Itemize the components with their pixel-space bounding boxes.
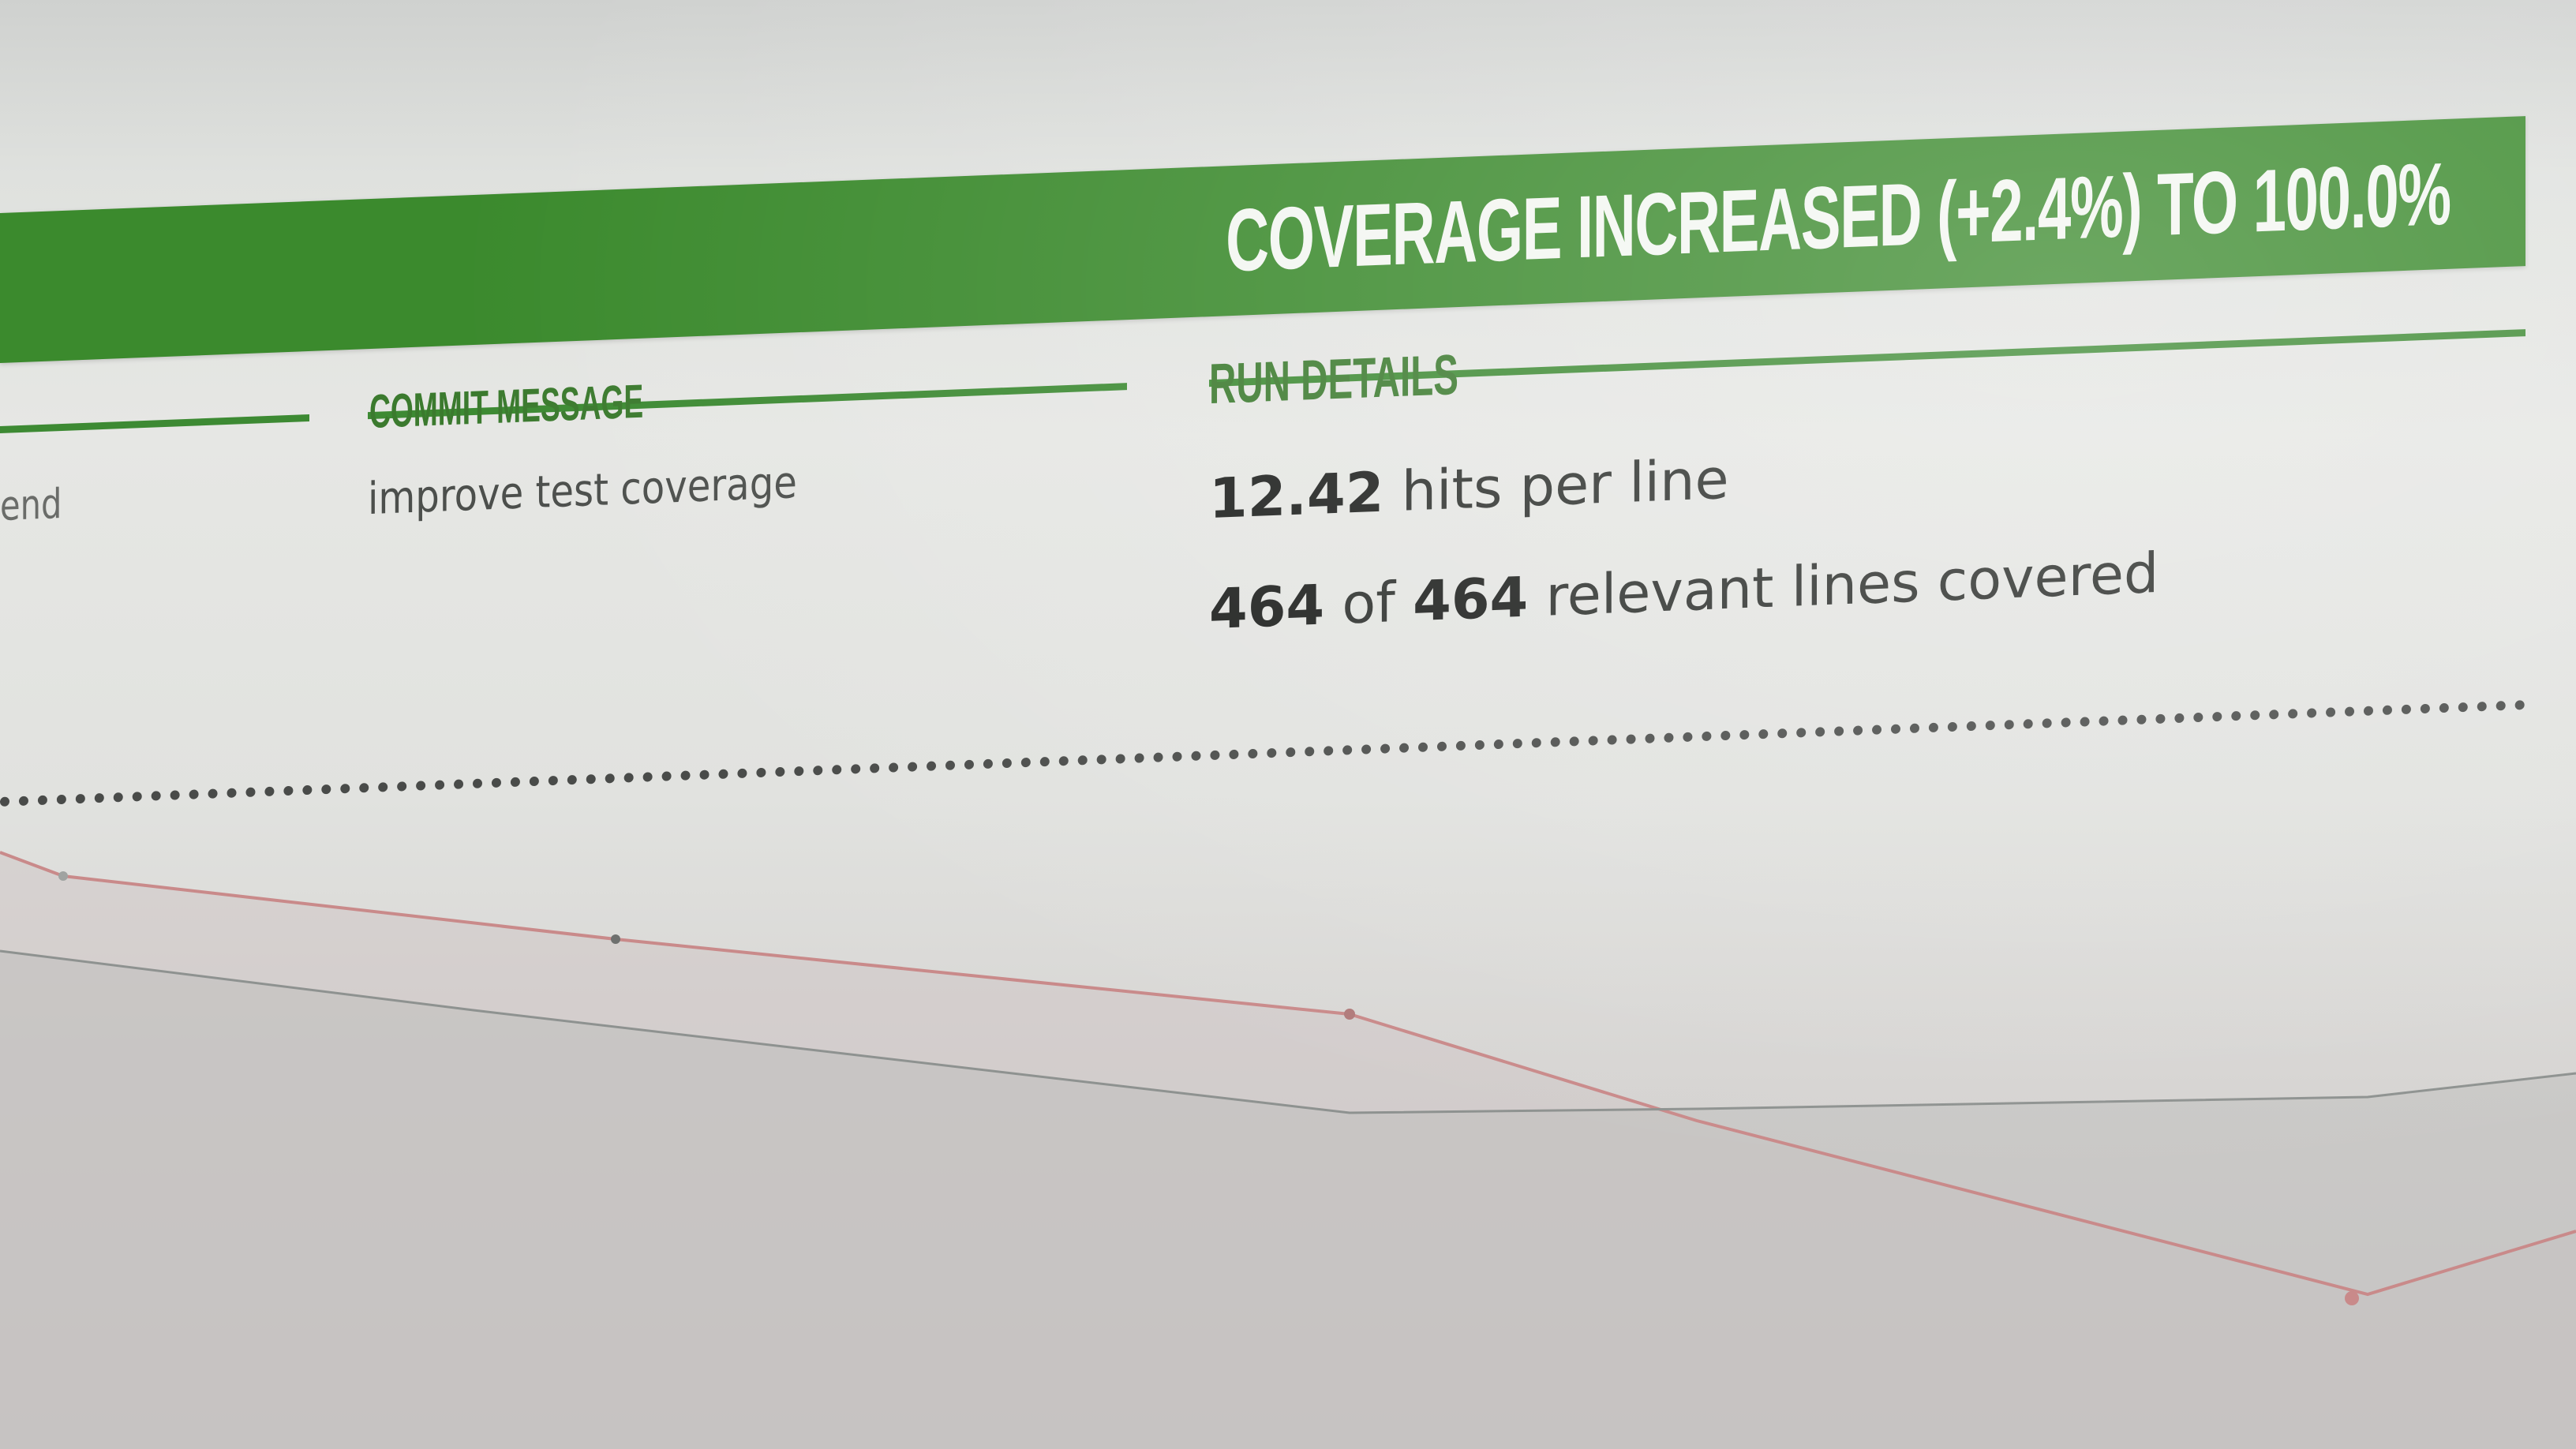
chart-point-2 (611, 934, 620, 944)
coverage-trend-chart (0, 851, 2576, 1449)
chart-point-4 (2345, 1291, 2359, 1305)
chart-point-1 (58, 871, 68, 881)
chart-point-3 (1344, 1009, 1355, 1020)
coverage-report-screen: COVERAGE INCREASED (+2.4%) TO 100.0% end… (0, 0, 2576, 1449)
